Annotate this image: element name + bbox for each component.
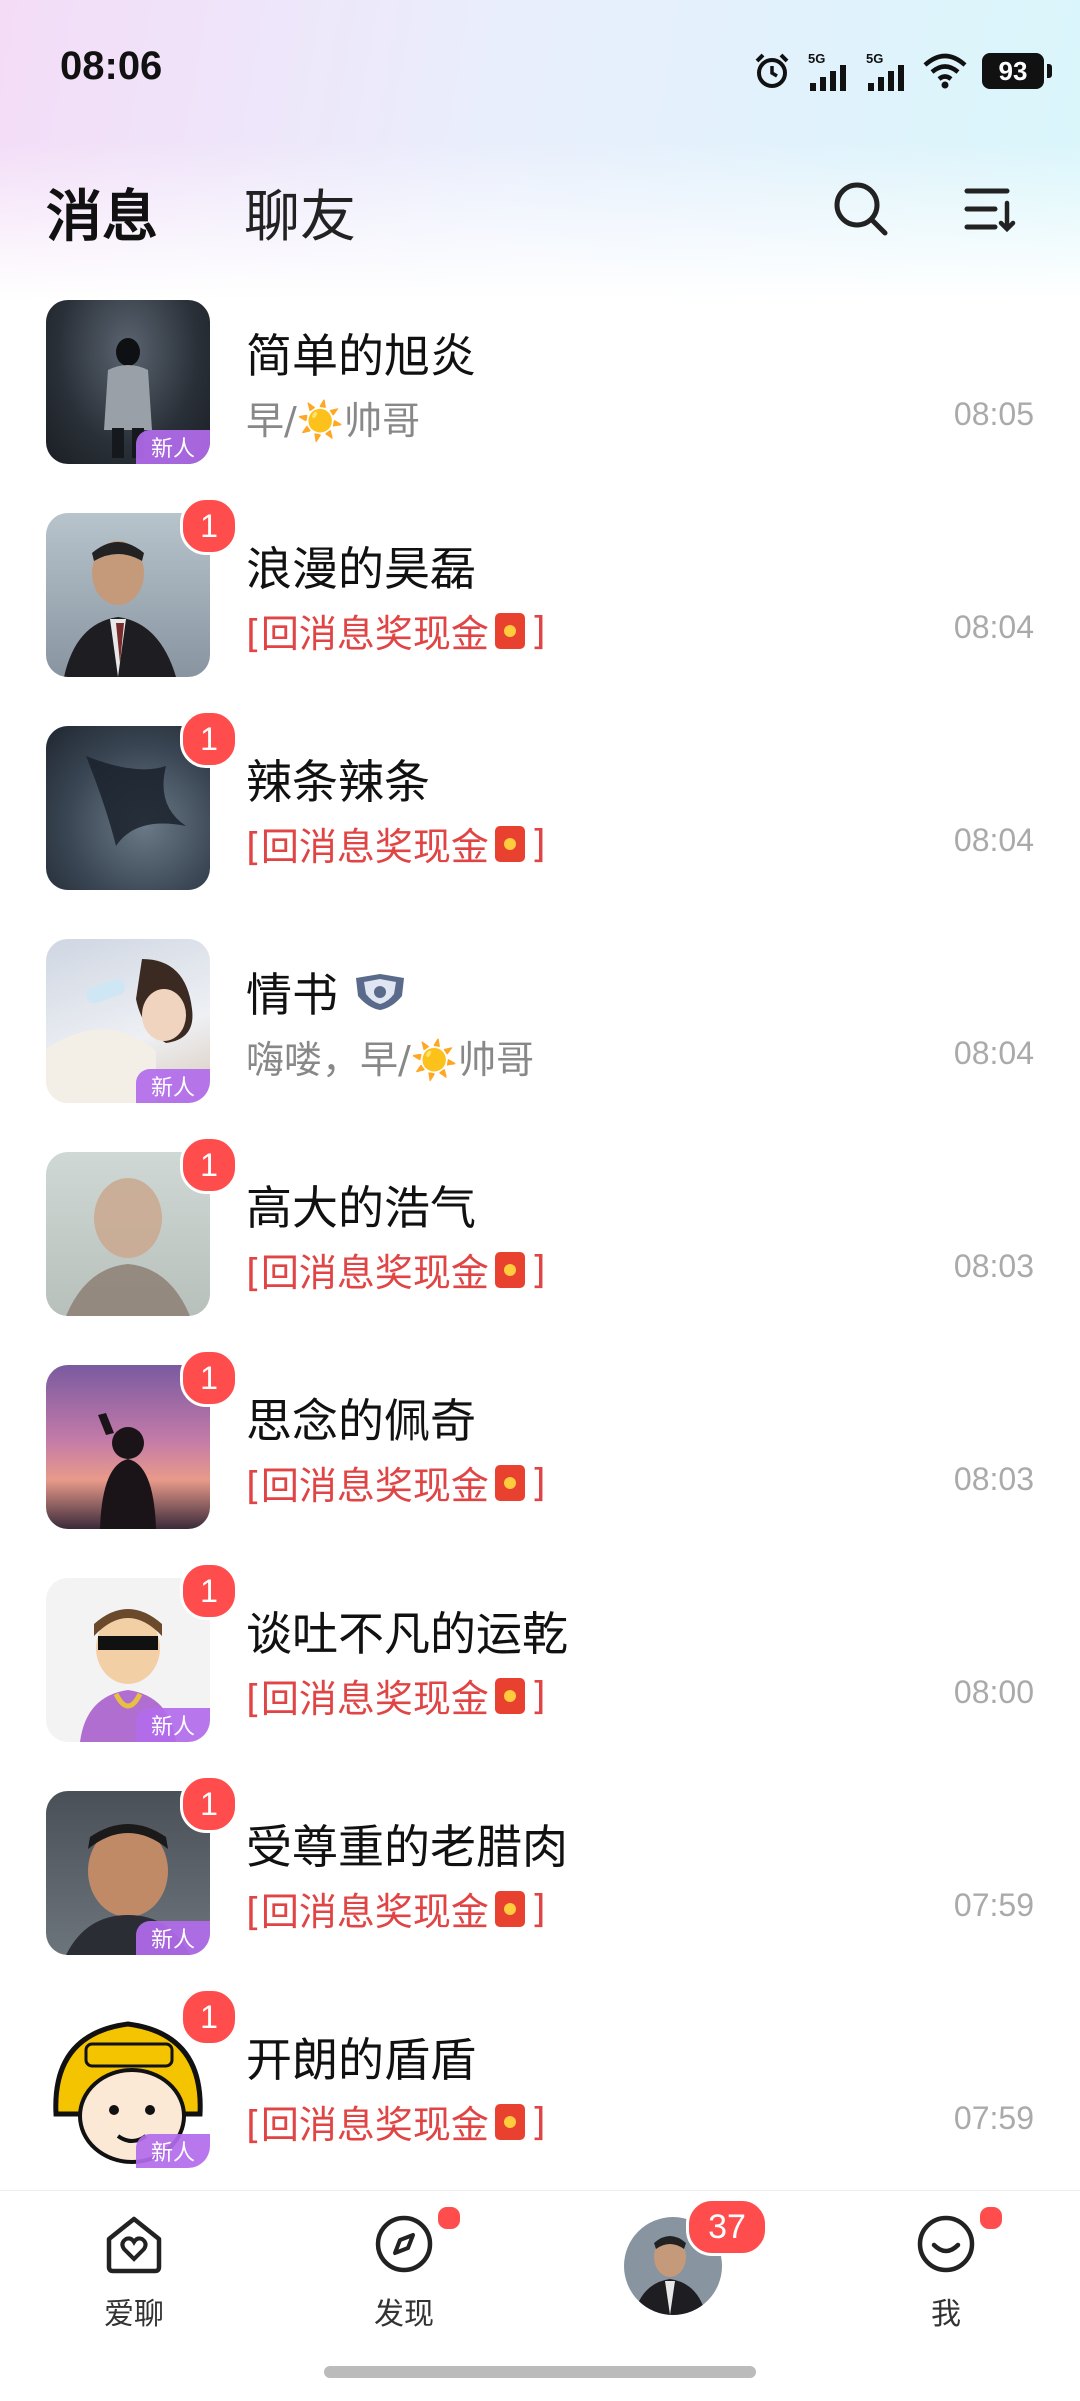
message-time: 07:59 — [953, 1887, 1034, 1923]
new-user-tag: 新人 — [136, 430, 210, 464]
rank-shield-icon — [356, 974, 404, 1010]
red-envelope-icon — [494, 612, 525, 649]
tab-discover[interactable]: 发现 — [334, 2205, 474, 2333]
contact-name: 思念的佩奇 — [246, 1394, 476, 1448]
cellular-signal-icon: 5G — [808, 51, 846, 91]
new-user-tag: 新人 — [136, 1708, 210, 1742]
message-preview: [回消息奖现金 ] — [246, 2099, 546, 2148]
unread-badge: 1 — [180, 497, 238, 555]
home-indicator[interactable] — [324, 2366, 756, 2378]
conversation-row[interactable]: 1 高大的浩气 [回消息奖现金 ] 08:03 — [0, 1136, 1080, 1355]
tab-messages[interactable]: 消息 — [46, 172, 212, 253]
conversation-row[interactable]: 新人 1 开朗的盾盾 [回消息奖现金 ] 07:59 — [0, 1988, 1080, 2207]
avatar[interactable]: 新人 — [46, 300, 210, 464]
status-bar: 08:06 5G 5G 93 — [0, 0, 1080, 140]
message-time: 08:00 — [953, 1674, 1034, 1710]
message-time: 08:03 — [953, 1461, 1034, 1497]
message-time: 07:59 — [953, 2100, 1034, 2136]
red-envelope-icon — [494, 825, 525, 862]
message-preview: 早/☀️帅哥 — [246, 399, 421, 443]
contact-name: 情书 — [246, 959, 408, 1025]
unread-badge: 1 — [180, 1562, 238, 1620]
red-envelope-icon — [494, 1251, 525, 1288]
red-envelope-icon — [494, 1677, 525, 1714]
message-preview: [回消息奖现金 ] — [246, 1460, 546, 1509]
conversation-row[interactable]: 1 浪漫的昊磊 [回消息奖现金 ] 08:04 — [0, 497, 1080, 716]
battery-indicator: 93 — [982, 53, 1052, 89]
red-envelope-icon — [494, 1890, 525, 1927]
status-icons: 5G 5G 93 — [752, 48, 1052, 94]
sort-list-icon — [964, 188, 1016, 233]
red-envelope-icon — [494, 2103, 525, 2140]
conversation-row[interactable]: 1 思念的佩奇 [回消息奖现金 ] 08:03 — [0, 1349, 1080, 1568]
unread-badge: 1 — [180, 710, 238, 768]
smile-face-icon — [917, 2215, 975, 2273]
heart-home-icon — [106, 2216, 162, 2274]
contact-name: 浪漫的昊磊 — [246, 542, 476, 596]
unread-badge: 1 — [180, 1988, 238, 2046]
conversation-row[interactable]: 1 辣条辣条 [回消息奖现金 ] 08:04 — [0, 710, 1080, 929]
contact-name: 受尊重的老腊肉 — [246, 1820, 568, 1874]
conversation-row[interactable]: 新人 情书 嗨喽，早/☀️帅哥 08:04 — [0, 929, 1080, 1142]
compass-icon — [375, 2215, 433, 2273]
contact-name: 开朗的盾盾 — [246, 2033, 476, 2087]
tab-messages-label: 消息 — [46, 185, 158, 250]
tab-me-label: 我 — [931, 2297, 961, 2332]
message-preview: [回消息奖现金 ] — [246, 608, 546, 657]
unread-badge: 1 — [180, 1136, 238, 1194]
message-time: 08:04 — [953, 822, 1034, 858]
notification-dot — [978, 2205, 1004, 2231]
alarm-icon — [755, 53, 789, 88]
message-preview: [回消息奖现金 ] — [246, 1673, 546, 1722]
center-unread-badge: 37 — [686, 2198, 768, 2256]
tab-friends[interactable]: 聊友 — [244, 172, 356, 253]
svg-text:5G: 5G — [866, 51, 883, 66]
contact-name: 辣条辣条 — [246, 755, 430, 809]
new-user-tag: 新人 — [136, 1921, 210, 1955]
conversation-list: 新人 简单的旭炎 早/☀️帅哥 08:05 1 浪漫的昊磊 [回消息奖现金 ] … — [0, 290, 1080, 2207]
red-envelope-icon — [494, 1464, 525, 1501]
conversation-row[interactable]: 新人 1 受尊重的老腊肉 [回消息奖现金 ] 07:59 — [0, 1775, 1080, 1994]
unread-badge: 1 — [180, 1349, 238, 1407]
message-time: 08:04 — [953, 1035, 1034, 1071]
contact-name: 简单的旭炎 — [246, 329, 476, 383]
message-time: 08:03 — [953, 1248, 1034, 1284]
status-time: 08:06 — [60, 44, 163, 88]
message-preview: [回消息奖现金 ] — [246, 1247, 546, 1296]
svg-text:5G: 5G — [808, 51, 825, 66]
cellular-signal-2-icon: 5G — [866, 51, 904, 91]
new-user-tag: 新人 — [136, 1069, 210, 1103]
contact-name: 高大的浩气 — [246, 1181, 476, 1235]
unread-badge: 1 — [180, 1775, 238, 1833]
conversation-row[interactable]: 新人 简单的旭炎 早/☀️帅哥 08:05 — [0, 290, 1080, 503]
tab-aichat[interactable]: 爱聊 — [64, 2211, 204, 2333]
tab-discover-label: 发现 — [374, 2297, 434, 2332]
tab-aichat-label: 爱聊 — [104, 2297, 164, 2332]
tab-me[interactable]: 我 — [876, 2205, 1016, 2333]
search-icon — [834, 182, 888, 236]
message-preview: 嗨喽，早/☀️帅哥 — [246, 1038, 535, 1082]
search-button[interactable] — [826, 174, 896, 244]
page-header: 消息 聊友 — [0, 160, 1080, 290]
notification-dot — [436, 2205, 462, 2231]
message-preview: [回消息奖现金 ] — [246, 821, 546, 870]
contact-name: 谈吐不凡的运乾 — [246, 1607, 568, 1661]
message-time: 08:04 — [953, 609, 1034, 645]
sort-menu-button[interactable] — [956, 174, 1026, 244]
message-preview: [回消息奖现金 ] — [246, 1886, 546, 1935]
conversation-row[interactable]: 新人 1 谈吐不凡的运乾 [回消息奖现金 ] 08:00 — [0, 1562, 1080, 1781]
message-time: 08:05 — [953, 396, 1034, 432]
avatar[interactable]: 新人 — [46, 939, 210, 1103]
new-user-tag: 新人 — [136, 2134, 210, 2168]
wifi-icon — [923, 53, 967, 89]
